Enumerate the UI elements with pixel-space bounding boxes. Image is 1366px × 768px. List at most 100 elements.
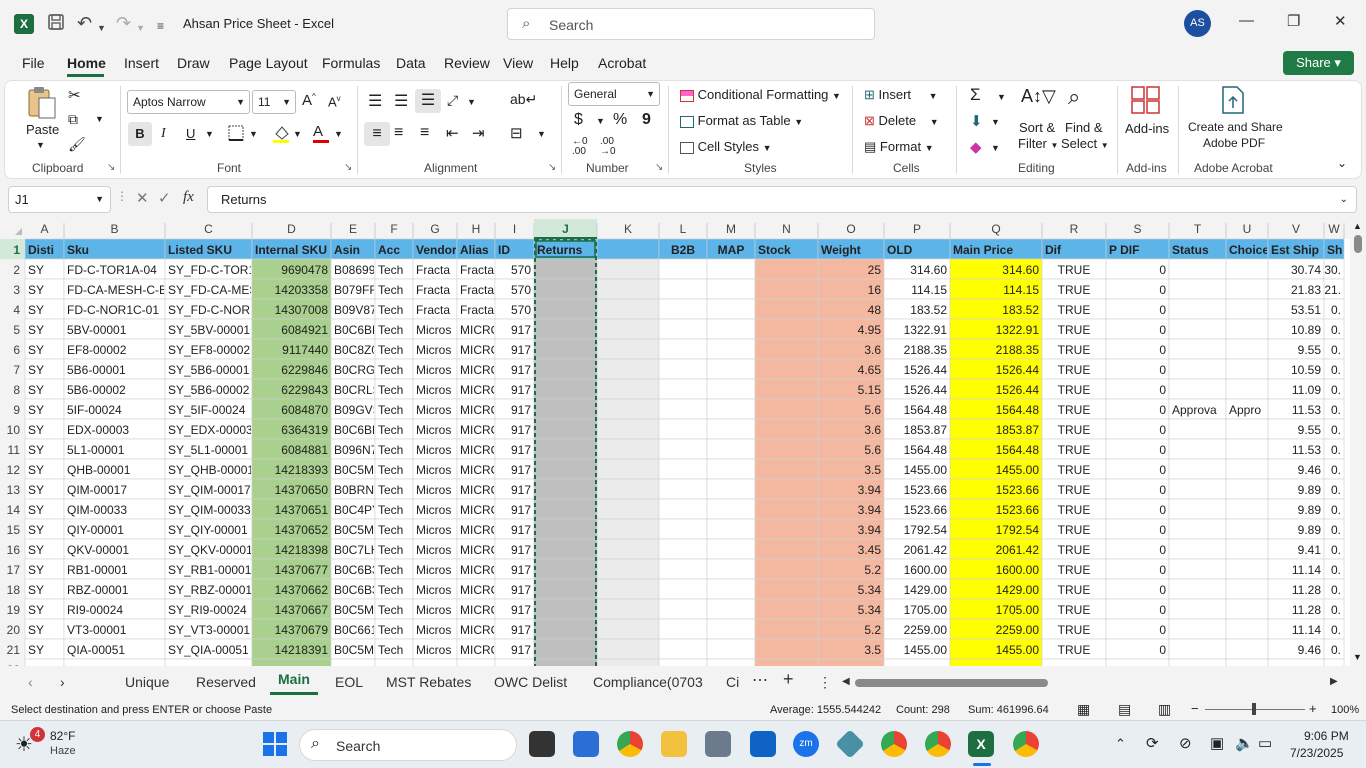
- cell[interactable]: [1168, 298, 1227, 320]
- cell[interactable]: [706, 638, 756, 660]
- tab-acrobat[interactable]: Acrobat: [598, 55, 646, 71]
- cell[interactable]: [1225, 538, 1269, 560]
- prev-sheet-icon[interactable]: ‹: [28, 674, 33, 690]
- zoom-out-icon[interactable]: −: [1191, 701, 1199, 716]
- cell[interactable]: [1168, 498, 1227, 520]
- cell[interactable]: [1225, 458, 1269, 480]
- cell[interactable]: [494, 658, 535, 666]
- clipboard-launcher-icon[interactable]: ↘: [107, 162, 115, 173]
- cell[interactable]: [1225, 558, 1269, 580]
- filter-label[interactable]: Filter ▼: [1018, 136, 1058, 151]
- cell[interactable]: [1225, 318, 1269, 340]
- cell[interactable]: [658, 518, 708, 540]
- accept-formula-icon[interactable]: ✓: [158, 189, 171, 207]
- cell[interactable]: [596, 638, 660, 660]
- status-sum[interactable]: Sum: 461996.64: [968, 704, 1049, 716]
- conditional-formatting-button[interactable]: Conditional Formatting ▼: [680, 87, 841, 102]
- outlook-icon[interactable]: [750, 731, 776, 757]
- cell[interactable]: [706, 478, 756, 500]
- orientation-icon[interactable]: ⤢: [447, 92, 458, 109]
- comma-style-icon[interactable]: 9: [642, 111, 651, 129]
- cell[interactable]: [533, 358, 598, 380]
- minimize-icon[interactable]: —: [1239, 12, 1254, 29]
- tab-view[interactable]: View: [503, 55, 533, 71]
- zoom-app-icon[interactable]: zm: [793, 731, 819, 757]
- merge-dropdown-icon[interactable]: ▼: [537, 129, 546, 139]
- clear-dropdown-icon[interactable]: ▼: [991, 143, 1000, 153]
- cell[interactable]: [596, 298, 660, 320]
- cell[interactable]: [658, 378, 708, 400]
- tab-home[interactable]: Home: [67, 55, 106, 71]
- formula-input[interactable]: Returns ⌄: [207, 186, 1357, 213]
- cell[interactable]: [1168, 558, 1227, 580]
- collapse-ribbon-icon[interactable]: ⌄: [1337, 156, 1347, 170]
- font-color-icon[interactable]: A: [313, 123, 329, 143]
- cell[interactable]: [754, 358, 819, 380]
- cell[interactable]: [533, 258, 598, 280]
- currency-dropdown-icon[interactable]: ▼: [596, 116, 605, 126]
- file-explorer-icon[interactable]: [661, 731, 687, 757]
- cell[interactable]: [1168, 378, 1227, 400]
- cell[interactable]: [658, 458, 708, 480]
- chrome-profile-icon-3[interactable]: [1013, 731, 1039, 757]
- cell[interactable]: [754, 258, 819, 280]
- add-ins-button[interactable]: Add-ins: [1125, 121, 1169, 136]
- scroll-right-icon[interactable]: ▶: [1330, 676, 1338, 687]
- fill-color-icon[interactable]: [272, 124, 290, 147]
- sheet-tab-owc-delist[interactable]: OWC Delist: [494, 674, 567, 690]
- delete-cells-button[interactable]: ⊠ Delete ▼: [864, 113, 939, 129]
- insert-function-icon[interactable]: fx: [183, 189, 194, 206]
- paste-button[interactable]: Paste: [26, 122, 59, 137]
- chrome-icon[interactable]: [617, 731, 643, 757]
- tab-data[interactable]: Data: [396, 55, 426, 71]
- cancel-formula-icon[interactable]: ✕: [136, 189, 149, 207]
- tab-insert[interactable]: Insert: [124, 55, 159, 71]
- cell[interactable]: [949, 658, 1043, 666]
- cell[interactable]: [754, 338, 819, 360]
- status-count[interactable]: Count: 298: [896, 704, 950, 716]
- cell[interactable]: [533, 598, 598, 620]
- customize-qat-icon[interactable]: ≡: [157, 16, 164, 36]
- cell[interactable]: [658, 438, 708, 460]
- copy-icon[interactable]: ⧉: [68, 111, 78, 128]
- cell[interactable]: [883, 658, 951, 666]
- sheet-tab-reserved[interactable]: Reserved: [196, 674, 256, 690]
- alignment-launcher-icon[interactable]: ↘: [548, 162, 556, 173]
- cell[interactable]: [754, 378, 819, 400]
- cell[interactable]: [533, 438, 598, 460]
- tab-draw[interactable]: Draw: [177, 55, 210, 71]
- cell[interactable]: [706, 518, 756, 540]
- cell[interactable]: [533, 418, 598, 440]
- cell[interactable]: [596, 498, 660, 520]
- sort-filter-icon[interactable]: A↕▽: [1021, 86, 1056, 107]
- cell[interactable]: [533, 498, 598, 520]
- save-icon[interactable]: [47, 13, 65, 37]
- cell[interactable]: [658, 638, 708, 660]
- cell[interactable]: [754, 278, 819, 300]
- add-ins-icon[interactable]: [1131, 86, 1161, 117]
- cell[interactable]: [1168, 358, 1227, 380]
- sheet-tab-compliance[interactable]: Compliance(0703: [593, 674, 703, 690]
- cell[interactable]: [533, 638, 598, 660]
- name-box[interactable]: J1 ▼: [8, 186, 111, 213]
- network-icon[interactable]: ⊘: [1179, 734, 1192, 752]
- fill-dropdown-icon[interactable]: ▼: [991, 117, 1000, 127]
- clock-time[interactable]: 9:06 PM: [1304, 729, 1349, 743]
- more-options-icon[interactable]: ⋮: [116, 189, 128, 203]
- cell[interactable]: [706, 538, 756, 560]
- cell[interactable]: [754, 518, 819, 540]
- maximize-icon[interactable]: ❐: [1287, 12, 1300, 30]
- cell[interactable]: [658, 338, 708, 360]
- cell[interactable]: [1225, 438, 1269, 460]
- cell[interactable]: [658, 358, 708, 380]
- align-right-icon[interactable]: ≡: [420, 124, 429, 142]
- cell[interactable]: [658, 398, 708, 420]
- cell[interactable]: [596, 658, 660, 666]
- cell[interactable]: [754, 638, 819, 660]
- cell[interactable]: [706, 498, 756, 520]
- align-top-icon[interactable]: ☰: [368, 91, 382, 111]
- autosum-icon[interactable]: Σ: [970, 85, 981, 105]
- show-hidden-icons[interactable]: ⌃: [1115, 736, 1126, 752]
- windows-start-icon[interactable]: [263, 732, 287, 761]
- cell[interactable]: [1225, 498, 1269, 520]
